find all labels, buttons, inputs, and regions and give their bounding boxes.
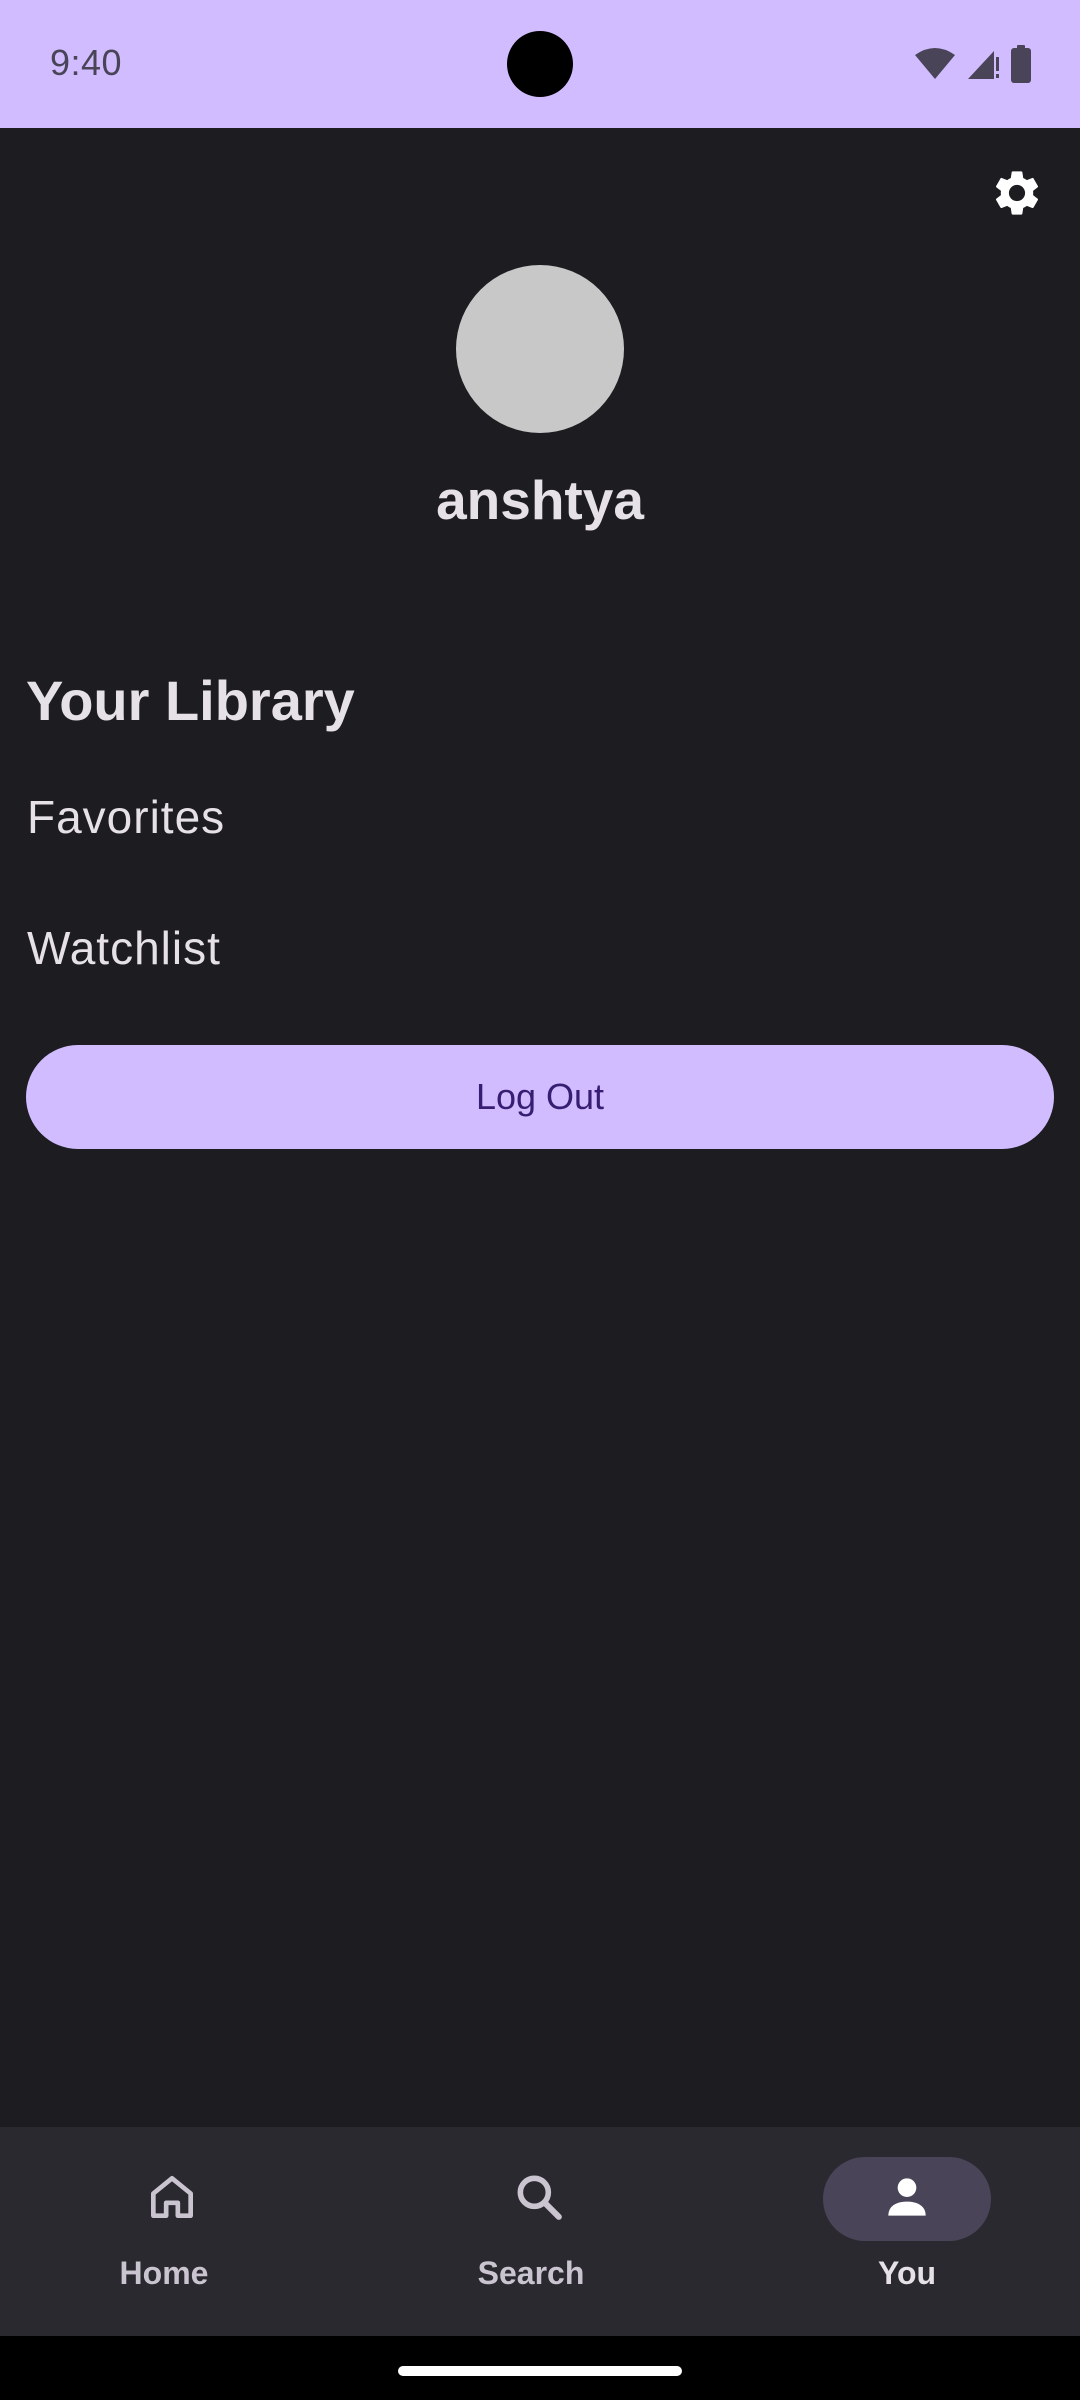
library-item-favorites[interactable]: Favorites bbox=[27, 790, 225, 844]
status-icons bbox=[914, 44, 1032, 84]
library-heading: Your Library bbox=[26, 669, 355, 732]
person-icon bbox=[879, 2169, 935, 2230]
nav-label-search: Search bbox=[477, 2255, 585, 2291]
gesture-handle[interactable] bbox=[398, 2366, 682, 2376]
avatar[interactable] bbox=[456, 265, 624, 433]
nav-item-home[interactable]: Home bbox=[0, 2127, 360, 2336]
search-icon bbox=[511, 2169, 567, 2230]
gesture-navigation-area bbox=[0, 2336, 1080, 2400]
status-time: 9:40 bbox=[50, 42, 123, 83]
nav-label-you: You bbox=[877, 2255, 937, 2291]
nav-item-search[interactable]: Search bbox=[360, 2127, 720, 2336]
nav-pill-you-selected bbox=[823, 2157, 991, 2241]
nav-item-you[interactable]: You bbox=[720, 2127, 1080, 2336]
battery-icon bbox=[1010, 45, 1032, 83]
username: anshtya bbox=[436, 469, 644, 531]
profile-screen: 9:40 anshtya Your Library Favorites Watc… bbox=[0, 0, 1080, 2400]
settings-button[interactable] bbox=[986, 164, 1048, 226]
home-icon bbox=[144, 2169, 200, 2230]
gear-icon bbox=[990, 166, 1044, 225]
logout-button[interactable]: Log Out bbox=[26, 1045, 1054, 1149]
nav-label-home: Home bbox=[119, 2255, 209, 2291]
nav-pill-home bbox=[88, 2157, 256, 2241]
camera-cutout bbox=[507, 31, 573, 97]
cellular-signal-icon bbox=[966, 47, 1000, 81]
bottom-navigation: Home Search You bbox=[0, 2127, 1080, 2336]
library-item-watchlist[interactable]: Watchlist bbox=[27, 921, 221, 975]
wifi-icon bbox=[914, 47, 956, 81]
status-bar: 9:40 bbox=[0, 0, 1080, 128]
nav-pill-search bbox=[455, 2157, 623, 2241]
